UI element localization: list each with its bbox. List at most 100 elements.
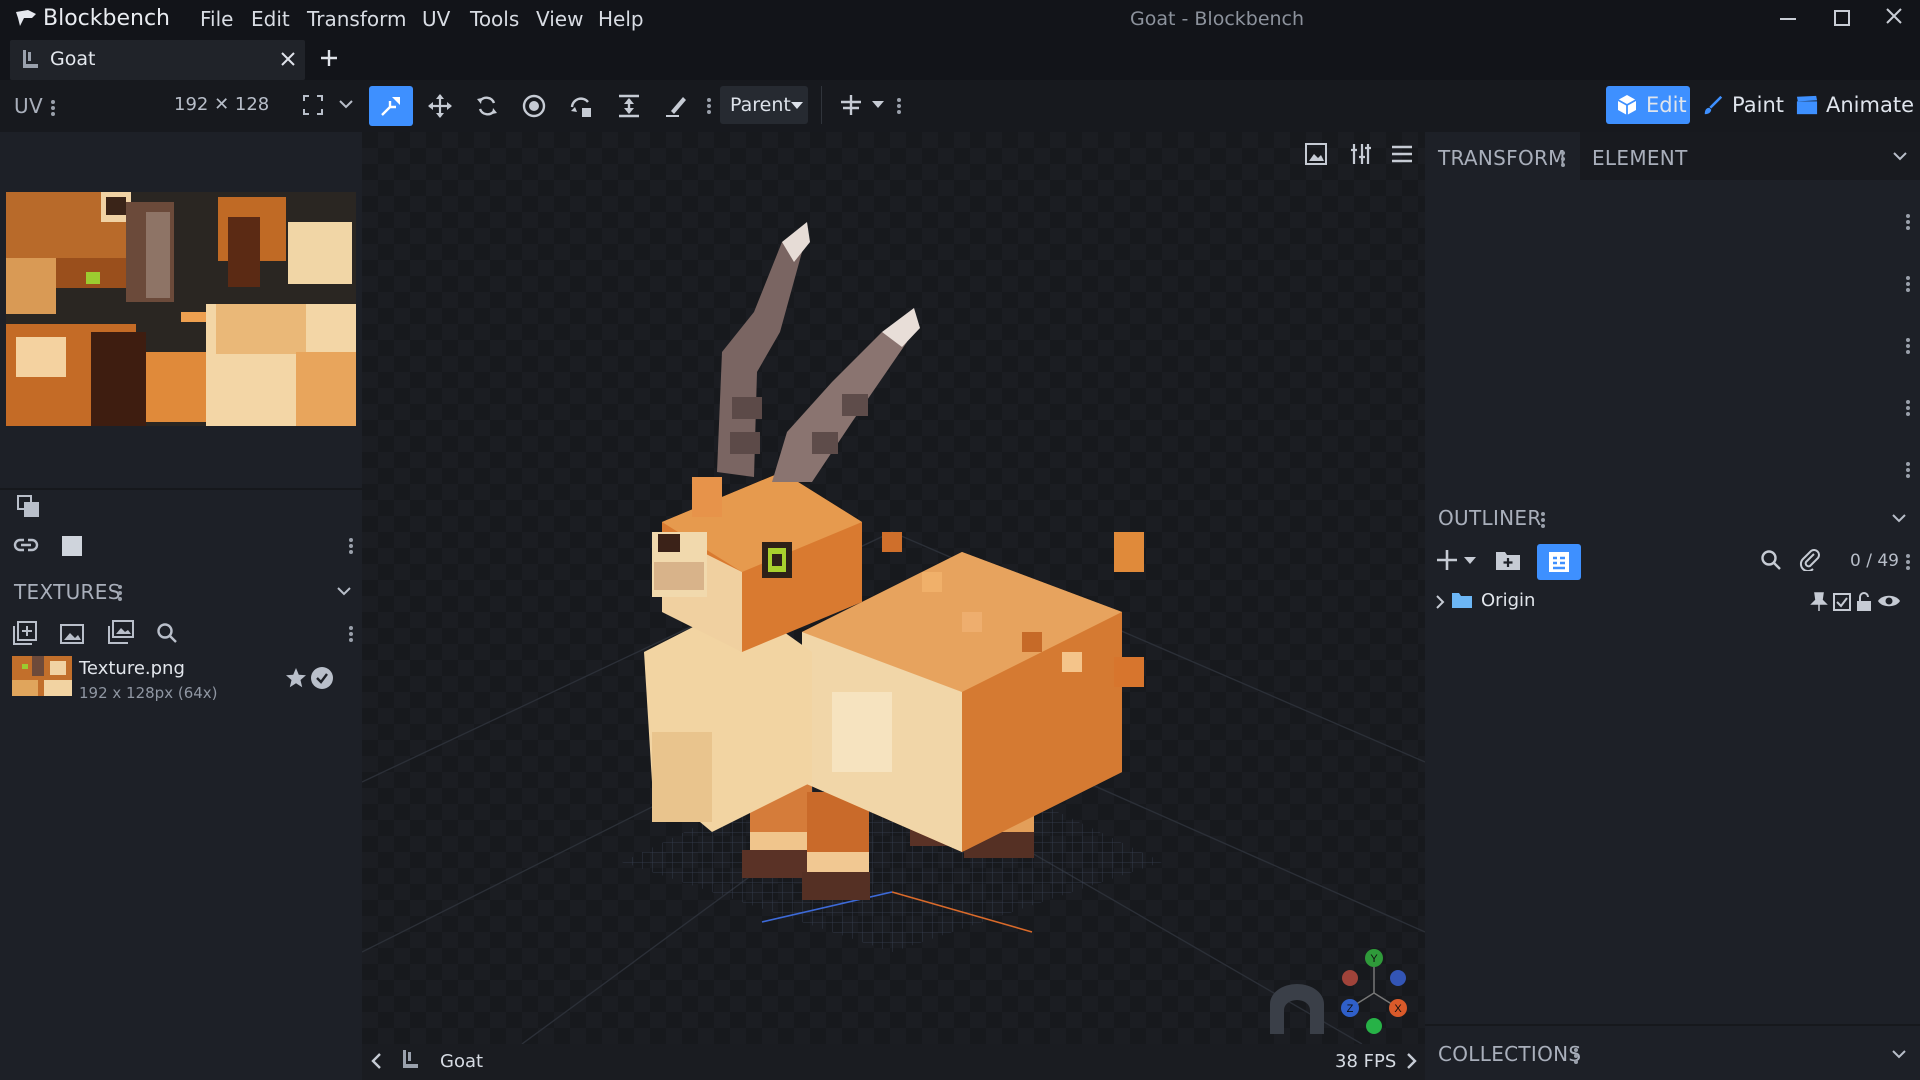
tab-goat[interactable]: Goat: [10, 40, 305, 80]
toolbar-divider: [821, 86, 822, 124]
panel-dots-4-icon[interactable]: [1906, 398, 1910, 418]
uv-tools-more-dots-icon[interactable]: [349, 536, 353, 556]
cube-icon: [1617, 95, 1637, 115]
move-icon: [381, 97, 400, 116]
panel-dots-5-icon[interactable]: [1906, 460, 1910, 480]
close-window-icon[interactable]: [1884, 6, 1904, 26]
resize-tool-button[interactable]: [418, 86, 462, 126]
brush-tool-button[interactable]: [654, 86, 698, 126]
add-texture-icon[interactable]: [12, 620, 38, 646]
collections-collapse-chevron-icon[interactable]: [1891, 1048, 1907, 1060]
pivot-select[interactable]: Parent: [720, 86, 808, 124]
outliner-view-toggle-button[interactable]: [1537, 544, 1581, 580]
orbit-indicator-icon[interactable]: [1266, 984, 1328, 1034]
menu-view[interactable]: View: [536, 4, 583, 34]
collections-label: COLLECTIONS: [1438, 1042, 1582, 1066]
new-tab-plus-icon[interactable]: [319, 48, 339, 68]
folder-icon: [1452, 593, 1472, 608]
outliner-label: OUTLINER: [1438, 506, 1542, 530]
uv-square-icon[interactable]: [62, 536, 82, 556]
fps-counter: 38 FPS: [1335, 1051, 1397, 1072]
panel-dots-1-icon[interactable]: [1906, 212, 1910, 232]
texture-list-item[interactable]: Texture.png 192 x 128px (64x): [6, 652, 351, 712]
paperclip-icon[interactable]: [1799, 547, 1821, 571]
screenshot-icon[interactable]: [1304, 142, 1328, 166]
toolbar-more-dots-icon[interactable]: [707, 96, 711, 116]
rotate-tool-button[interactable]: [465, 86, 509, 126]
menu-edit[interactable]: Edit: [251, 4, 290, 34]
hamburger-menu-icon[interactable]: [1390, 144, 1414, 164]
add-element-chevron-icon[interactable]: [1463, 556, 1477, 565]
outliner-collapse-chevron-icon[interactable]: [1891, 512, 1907, 524]
stretch-tool-button[interactable]: [607, 86, 651, 126]
menu-help[interactable]: Help: [598, 4, 644, 34]
menu-uv[interactable]: UV: [422, 4, 450, 34]
collections-menu-dots-icon[interactable]: [1574, 1046, 1578, 1066]
previous-chevron-icon[interactable]: [370, 1052, 382, 1070]
add-element-plus-icon[interactable]: [1435, 548, 1459, 572]
tab-transform[interactable]: TRANSFORM: [1425, 132, 1580, 180]
textures-collapse-chevron-icon[interactable]: [336, 585, 352, 597]
blockbench-logo-icon: [14, 6, 38, 30]
check-icon[interactable]: [311, 667, 333, 689]
search-icon[interactable]: [156, 622, 178, 644]
restore-icon[interactable]: [1834, 10, 1850, 26]
footer-model-name: Goat: [440, 1051, 484, 1072]
star-icon[interactable]: [285, 667, 307, 689]
pivot-icon: [522, 94, 546, 118]
uv-texture-preview[interactable]: [6, 192, 356, 426]
minimize-icon[interactable]: [1780, 18, 1796, 20]
link-uv-icon[interactable]: [12, 534, 40, 556]
search-icon[interactable]: [1760, 549, 1782, 571]
outliner-count: 0 / 49: [1850, 551, 1899, 571]
menu-tools[interactable]: Tools: [470, 4, 519, 34]
svg-text:Y: Y: [1370, 953, 1378, 965]
menu-transform[interactable]: Transform: [307, 4, 406, 34]
divider: [0, 488, 362, 490]
uv-panel-label: UV: [14, 94, 43, 118]
edit-mode-button[interactable]: Edit: [1606, 86, 1690, 124]
expand-chevron-icon: [1436, 595, 1445, 609]
3d-viewport[interactable]: Y X Z: [362, 132, 1425, 1044]
uv-menu-dots-icon[interactable]: [51, 98, 55, 118]
stretch-icon: [619, 94, 639, 118]
panel-dots-3-icon[interactable]: [1906, 336, 1910, 356]
outliner-item-origin[interactable]: Origin: [1425, 584, 1915, 620]
tab-element-label: ELEMENT: [1592, 146, 1688, 170]
add-group-folder-icon[interactable]: [1495, 548, 1521, 572]
vertex-snap-tool-button[interactable]: [559, 86, 603, 126]
move-tool-button[interactable]: [369, 86, 413, 126]
textures-menu-dots-icon[interactable]: [118, 583, 122, 603]
panel-dots-2-icon[interactable]: [1906, 274, 1910, 294]
edit-mode-label: Edit: [1646, 93, 1687, 117]
import-texture-icon[interactable]: [108, 620, 134, 644]
pivot-select-value: Parent: [730, 94, 791, 116]
uv-dropdown-chevron-icon[interactable]: [338, 98, 354, 110]
create-texture-icon[interactable]: [60, 622, 84, 644]
rotate-icon: [477, 96, 497, 116]
next-chevron-icon[interactable]: [1406, 1052, 1418, 1070]
transform-space-chevron-icon[interactable]: [871, 100, 885, 109]
fullscreen-icon[interactable]: [302, 94, 324, 116]
close-icon[interactable]: [280, 51, 296, 67]
outliner-menu-dots-icon[interactable]: [1541, 510, 1545, 530]
animate-mode-button[interactable]: Animate: [1794, 86, 1914, 124]
texture-tools-more-dots-icon[interactable]: [349, 624, 353, 644]
paint-mode-button[interactable]: Paint: [1700, 86, 1784, 124]
pin-icon: [1810, 592, 1828, 611]
brush-icon: [666, 97, 686, 117]
outliner-tools-dots-icon[interactable]: [1906, 552, 1910, 572]
checkbox-icon: [1833, 593, 1851, 611]
copy-uv-icon[interactable]: [16, 494, 40, 518]
paintbrush-icon: [1704, 95, 1723, 115]
texture-info: 192 x 128px (64x): [79, 684, 218, 702]
axis-gizmo-icon[interactable]: Y X Z: [1334, 948, 1414, 1038]
transform-menu-dots-icon[interactable]: [1561, 149, 1565, 169]
view-settings-icon[interactable]: [1348, 142, 1372, 166]
transform-space-icon[interactable]: [838, 93, 864, 117]
menu-file[interactable]: File: [200, 4, 233, 34]
tab-element[interactable]: ELEMENT: [1580, 132, 1920, 180]
transform-more-dots-icon[interactable]: [897, 96, 901, 116]
outliner-item-label: Origin: [1481, 590, 1536, 611]
pivot-tool-button[interactable]: [512, 86, 556, 126]
